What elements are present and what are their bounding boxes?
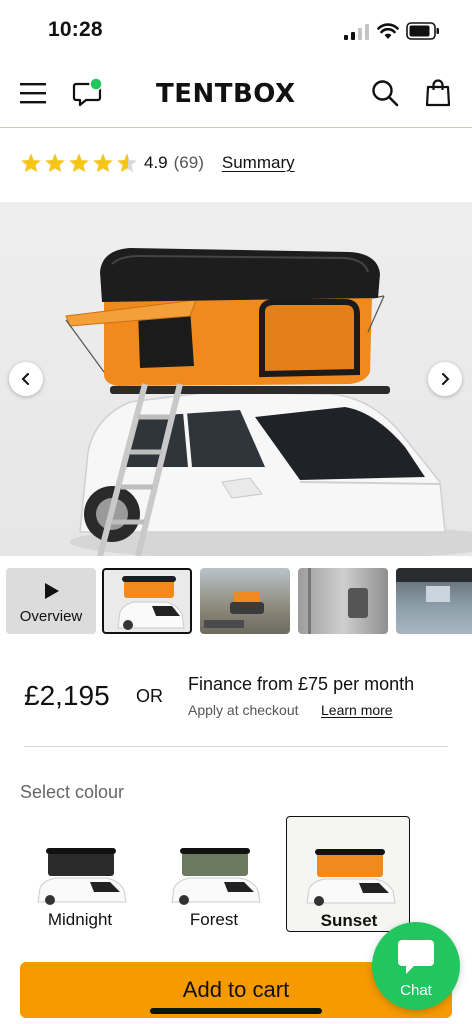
star-icon <box>93 153 113 173</box>
bag-icon[interactable] <box>424 78 452 108</box>
search-icon[interactable] <box>370 78 400 108</box>
swatch-thumbnail <box>171 848 261 905</box>
select-colour-label: Select colour <box>20 782 125 802</box>
home-indicator <box>150 1008 322 1014</box>
star-icon <box>45 153 65 173</box>
chat-label: Chat <box>400 982 432 999</box>
colour-name: Forest <box>189 910 239 929</box>
half-star-icon <box>117 153 137 173</box>
thumbnail-label: Overview <box>19 608 83 625</box>
thumbnail-image[interactable] <box>396 568 472 634</box>
tentbox-logo[interactable]: TENTBOX <box>156 78 296 110</box>
gallery-thumbnails: Overview <box>0 566 472 636</box>
apply-text: Apply at checkout <box>188 702 299 718</box>
swatch-thumbnail <box>306 849 396 906</box>
chevron-left-icon <box>21 373 29 385</box>
tent-on-car-illustration <box>65 248 472 556</box>
rating-count: (69) <box>173 153 204 172</box>
rating-row: 4.9 (69) Summary <box>20 148 295 178</box>
swatch-thumbnail <box>37 848 127 905</box>
thumbnail-image[interactable] <box>102 568 192 634</box>
finance-text: Finance from £75 per month <box>188 674 415 694</box>
chat-icon[interactable] <box>72 76 106 110</box>
product-price: £2,195 <box>24 680 110 711</box>
divider <box>24 746 448 747</box>
star-icon <box>21 153 41 173</box>
product-hero-image[interactable] <box>0 202 472 556</box>
learn-more-link[interactable]: Learn more <box>321 702 393 718</box>
carousel-prev-button[interactable] <box>9 362 43 396</box>
logo-text: TENTBOX <box>156 79 296 109</box>
thumbnail-image[interactable] <box>200 568 290 634</box>
thumbnail-image[interactable] <box>298 568 388 634</box>
rating-value: 4.9 <box>144 153 168 172</box>
status-bar: 10:28 <box>0 0 472 60</box>
status-time: 10:28 <box>48 18 103 41</box>
colour-option-midnight[interactable]: Midnight <box>18 816 142 932</box>
battery-icon <box>406 22 439 40</box>
or-label: OR <box>136 686 163 706</box>
colour-option-sunset[interactable]: Sunset <box>286 816 410 932</box>
chat-button[interactable]: Chat <box>372 922 460 1010</box>
colour-option-forest[interactable]: Forest <box>152 816 276 932</box>
signal-icon <box>344 24 369 40</box>
star-rating <box>20 152 138 174</box>
thumbnail-overview[interactable]: Overview <box>6 568 96 634</box>
chevron-right-icon <box>442 373 450 385</box>
site-header: TENTBOX <box>0 62 472 128</box>
star-icon <box>69 153 89 173</box>
carousel-next-button[interactable] <box>428 362 462 396</box>
colour-name: Midnight <box>47 910 113 929</box>
wifi-icon <box>377 23 399 39</box>
chat-bubble-icon <box>398 940 434 974</box>
summary-link[interactable]: Summary <box>222 153 295 173</box>
menu-icon[interactable] <box>20 80 48 106</box>
play-icon <box>45 583 59 599</box>
